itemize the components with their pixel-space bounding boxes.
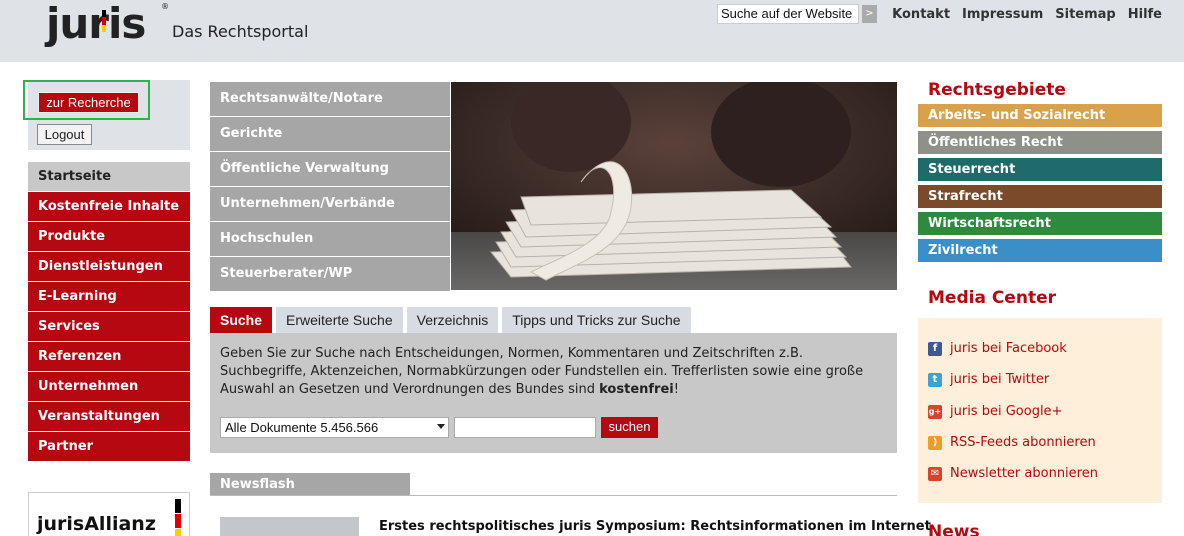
media-center-box: f juris bei Facebook t juris bei Twitter… [918,318,1162,503]
mail-icon: ✉ [928,466,942,481]
files-stack-illustration [451,82,897,290]
allianz-flag-icon [175,499,181,536]
top-links: Kontakt Impressum Sitemap Hilfe [892,7,1162,22]
twitter-icon: t [928,372,942,387]
top-link-impressum[interactable]: Impressum [962,7,1043,22]
target-steuerberater[interactable]: Steuerberater/WP [210,257,450,291]
logout-button[interactable]: Logout [37,124,92,145]
target-gerichte[interactable]: Gerichte [210,117,450,151]
nav-item-e-learning[interactable]: E-Learning [28,282,190,311]
rg-item-steuerrecht[interactable]: Steuerrecht [918,158,1162,181]
tab-tipps-tricks[interactable]: Tipps und Tricks zur Suche [502,307,691,333]
site-search-input[interactable]: Suche auf der Website [717,4,859,24]
nav-item-unternehmen[interactable]: Unternehmen [28,372,190,401]
news-thumbnail[interactable] [220,517,359,536]
document-type-select[interactable]: Alle Dokumente 5.456.566 [220,417,449,438]
site-search-button[interactable]: > [862,5,877,23]
target-verwaltung[interactable]: Öffentliche Verwaltung [210,152,450,186]
target-rechtsanwaelte[interactable]: Rechtsanwälte/Notare [210,82,450,116]
media-center-title: Media Center [928,288,1056,308]
media-item-newsletter[interactable]: ✉ Newsletter abonnieren [928,466,1098,481]
search-tabs: Suche Erweiterte Suche Verzeichnis Tipps… [210,307,691,333]
target-hochschulen[interactable]: Hochschulen [210,222,450,256]
nav-item-veranstaltungen[interactable]: Veranstaltungen [28,402,190,431]
rg-item-wirtschaftsrecht[interactable]: Wirtschaftsrecht [918,212,1162,235]
juris-logo[interactable]: juris [46,0,146,48]
nav-item-kostenfreie-inhalte[interactable]: Kostenfreie Inhalte [28,192,190,221]
media-item-google-plus[interactable]: g+ juris bei Google+ [928,404,1062,419]
nav-item-referenzen[interactable]: Referenzen [28,342,190,371]
rechtsgebiete-title: Rechtsgebiete [928,80,1066,100]
nav-item-produkte[interactable]: Produkte [28,222,190,251]
nav-item-startseite[interactable]: Startseite [28,162,190,191]
nav-item-partner[interactable]: Partner [28,432,190,461]
chevron-down-icon [437,424,445,429]
logo-flag-icon [102,10,106,32]
suchen-button[interactable]: suchen [601,417,658,438]
media-item-rss[interactable]: ) RSS-Feeds abonnieren [928,435,1096,450]
tab-erweiterte-suche[interactable]: Erweiterte Suche [276,307,403,333]
search-description: Geben Sie zur Suche nach Entscheidungen,… [220,346,864,397]
hero-image [451,82,897,290]
rg-item-strafrecht[interactable]: Strafrecht [918,185,1162,208]
target-group-list: Rechtsanwälte/Notare Gerichte Öffentlich… [210,82,450,292]
search-desc-bold: kostenfrei [599,382,674,397]
top-link-sitemap[interactable]: Sitemap [1055,7,1115,22]
logo-registered-mark: ® [161,2,169,11]
google-plus-icon: g+ [928,404,942,419]
tab-verzeichnis[interactable]: Verzeichnis [406,307,499,333]
newsflash-heading: Newsflash [210,473,410,496]
rss-icon: ) [928,435,942,450]
rechtsgebiete-list: Arbeits- und Sozialrecht Öffentliches Re… [918,104,1162,266]
allianz-logo-text: jurisAllianz [37,513,156,535]
news-headline-link[interactable]: Erstes rechtspolitisches juris Symposium… [379,519,931,534]
nav-item-services[interactable]: Services [28,312,190,341]
news-title: News [928,522,980,536]
tab-suche[interactable]: Suche [210,307,273,333]
rg-item-oeffentliches-recht[interactable]: Öffentliches Recht [918,131,1162,154]
search-panel: Geben Sie zur Suche nach Entscheidungen,… [210,333,897,453]
rg-item-zivilrecht[interactable]: Zivilrecht [918,239,1162,262]
logo-tagline: Das Rechtsportal [172,22,309,41]
media-item-twitter[interactable]: t juris bei Twitter [928,372,1049,387]
newsflash-divider [210,495,897,496]
facebook-icon: f [928,341,942,356]
target-unternehmen[interactable]: Unternehmen/Verbände [210,187,450,221]
recherche-button[interactable]: zur Recherche [38,92,139,113]
query-input[interactable] [454,417,596,438]
top-link-kontakt[interactable]: Kontakt [892,7,950,22]
rg-item-arbeits-sozialrecht[interactable]: Arbeits- und Sozialrecht [918,104,1162,127]
site-header: juris ® Das Rechtsportal Suche auf der W… [0,0,1184,62]
left-nav: Startseite Kostenfreie Inhalte Produkte … [28,162,190,462]
nav-item-dienstleistungen[interactable]: Dienstleistungen [28,252,190,281]
top-link-hilfe[interactable]: Hilfe [1128,7,1162,22]
juris-allianz-banner[interactable]: jurisAllianz [28,492,190,536]
media-item-facebook[interactable]: f juris bei Facebook [928,341,1067,356]
